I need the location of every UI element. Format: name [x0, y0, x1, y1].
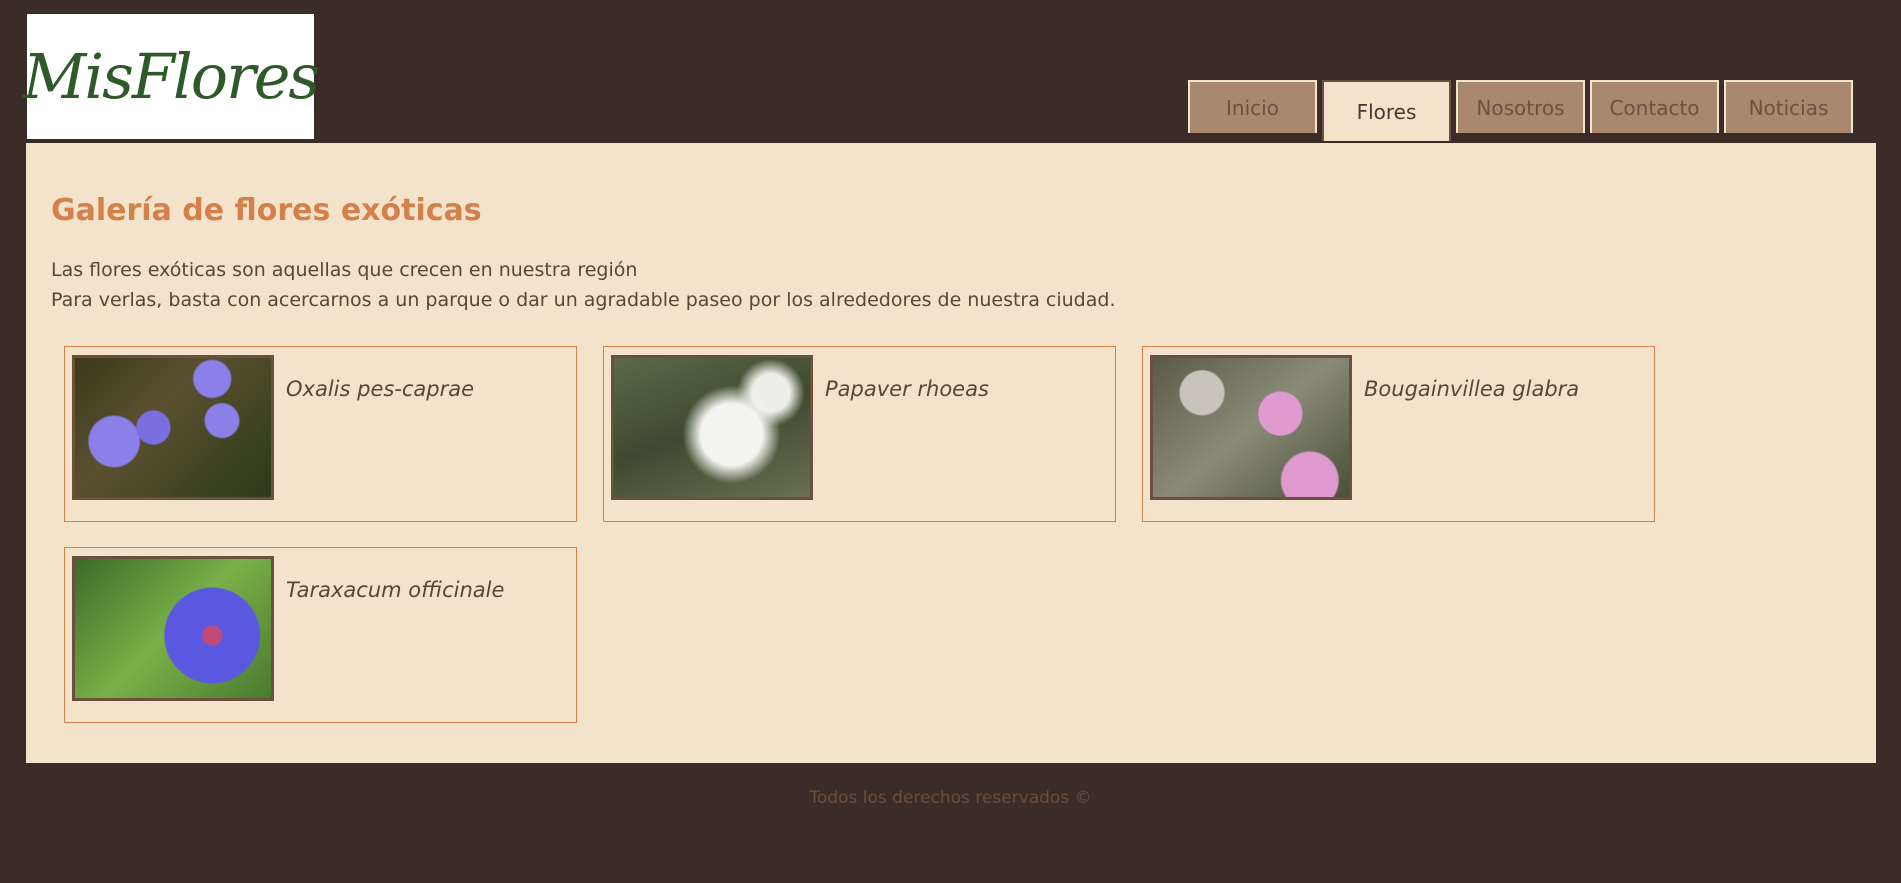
footer-text: Todos los derechos reservados ©: [809, 788, 1092, 808]
page-title: Galería de flores exóticas: [51, 193, 482, 228]
flower-card: Papaver rhoeas: [603, 346, 1116, 522]
flower-image[interactable]: [1150, 355, 1352, 500]
intro-line: Para verlas, basta con acercarnos a un p…: [51, 289, 1116, 311]
tab-nosotros[interactable]: Nosotros: [1456, 80, 1585, 133]
site-logo[interactable]: MisFlores: [23, 14, 320, 139]
flower-image[interactable]: [72, 556, 274, 701]
flower-name: Bougainvillea glabra: [1364, 377, 1580, 401]
flower-name: Papaver rhoeas: [825, 377, 989, 401]
flower-gallery: Oxalis pes-caprae Papaver rhoeas Bougain…: [64, 346, 1684, 723]
tab-inicio[interactable]: Inicio: [1188, 80, 1317, 133]
logo-text: MisFlores: [22, 40, 320, 113]
flower-card: Taraxacum officinale: [64, 547, 577, 723]
main-content: Galería de flores exóticas Las flores ex…: [26, 143, 1876, 763]
intro-line: Las flores exóticas son aquellas que cre…: [51, 259, 638, 281]
flower-image[interactable]: [72, 355, 274, 500]
flower-name: Oxalis pes-caprae: [286, 377, 475, 401]
intro-text: Las flores exóticas son aquellas que cre…: [51, 255, 1115, 315]
tab-noticias[interactable]: Noticias: [1724, 80, 1853, 133]
flower-card: Oxalis pes-caprae: [64, 346, 577, 522]
tab-contacto[interactable]: Contacto: [1590, 80, 1719, 133]
tab-flores[interactable]: Flores: [1322, 80, 1451, 141]
main-nav: Inicio Flores Nosotros Contacto Noticias: [1188, 80, 1853, 141]
flower-image[interactable]: [611, 355, 813, 500]
flower-name: Taraxacum officinale: [286, 578, 505, 602]
flower-card: Bougainvillea glabra: [1142, 346, 1655, 522]
